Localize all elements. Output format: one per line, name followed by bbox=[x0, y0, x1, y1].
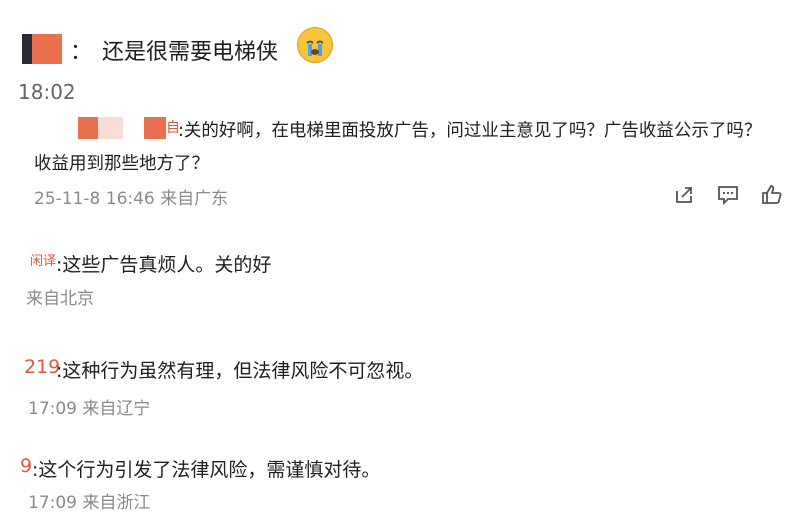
post-time: 18:02 bbox=[18, 80, 76, 104]
comment-text: :这些广告真烦人。关的好 bbox=[56, 254, 272, 276]
censored-username-1a bbox=[78, 117, 98, 139]
crying-emoji-icon bbox=[297, 27, 333, 63]
comment-icon[interactable] bbox=[716, 183, 740, 207]
comment-username[interactable]: 219 bbox=[24, 356, 60, 378]
comment-text-line2: 收益用到那些地方了？ bbox=[34, 154, 209, 174]
censored-username-1b bbox=[98, 117, 123, 139]
comment-meta: 25-11-8 16:46 来自广东 bbox=[34, 189, 229, 209]
like-icon[interactable] bbox=[760, 183, 784, 207]
comment-username[interactable]: 闲译 bbox=[30, 250, 56, 269]
censored-avatar bbox=[22, 34, 62, 64]
comment-meta: 17:09 来自辽宁 bbox=[28, 399, 151, 419]
comment-meta: 17:09 来自浙江 bbox=[28, 493, 151, 513]
share-icon[interactable] bbox=[672, 183, 696, 207]
comment-text: :关的好啊，在电梯里面投放广告，问过业主意见了吗？广告收益公示了吗？ bbox=[178, 121, 762, 141]
comment-text: :这种行为虽然有理，但法律风险不可忽视。 bbox=[56, 360, 424, 382]
comment-username[interactable]: 9 bbox=[20, 455, 32, 477]
post-text: 还是很需要电梯侠 bbox=[102, 40, 279, 65]
censored-username-1c bbox=[144, 117, 166, 139]
comment-text: :这个行为引发了法律风险，需谨慎对待。 bbox=[32, 459, 381, 481]
comment-meta: 来自北京 bbox=[26, 289, 94, 309]
post-separator: ： bbox=[70, 40, 93, 65]
